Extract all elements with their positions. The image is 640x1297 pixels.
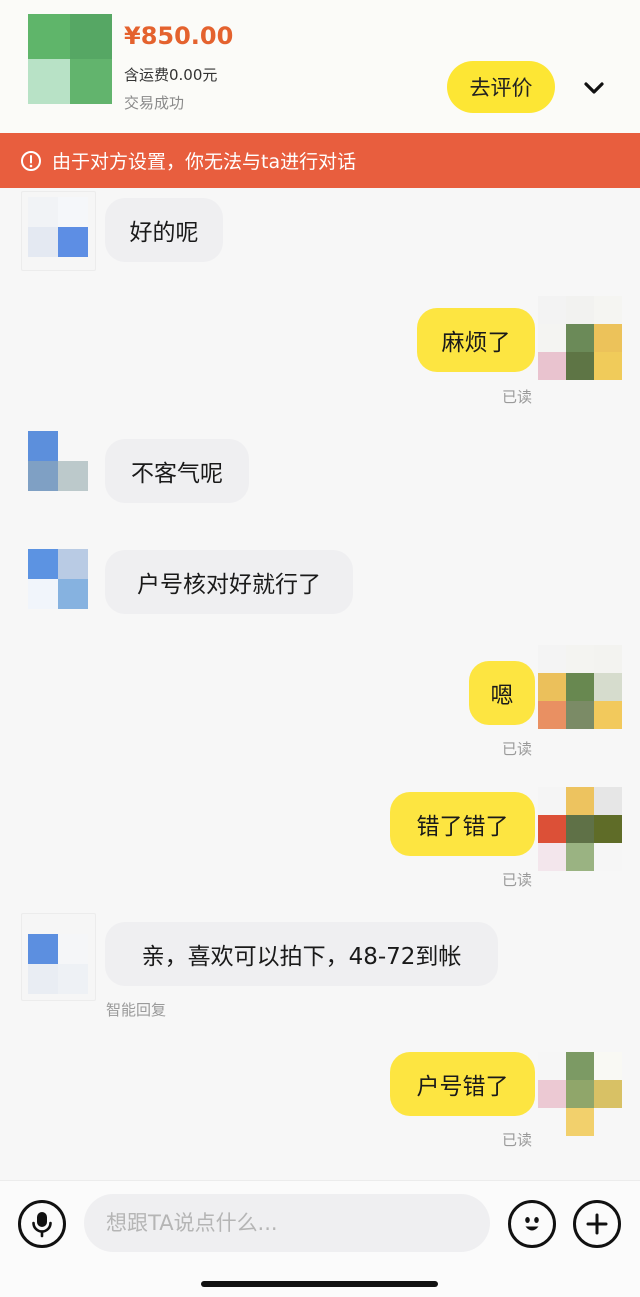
product-thumbnail[interactable]	[28, 14, 112, 104]
seller-avatar[interactable]	[28, 934, 88, 994]
message-bubble[interactable]: 亲，喜欢可以拍下，48-72到帐	[105, 922, 498, 986]
home-indicator[interactable]	[201, 1281, 438, 1287]
plus-button[interactable]	[573, 1200, 621, 1248]
message-bubble[interactable]: 错了错了	[390, 792, 535, 856]
seller-avatar[interactable]	[28, 549, 88, 609]
my-avatar[interactable]	[538, 296, 622, 380]
message-input[interactable]	[84, 1194, 490, 1252]
order-price: ¥850.00	[124, 22, 234, 50]
alert-circle-icon	[21, 150, 41, 171]
seller-avatar[interactable]	[28, 431, 88, 491]
my-avatar[interactable]	[538, 1052, 622, 1136]
composer-bar	[0, 1180, 640, 1297]
plus-icon	[586, 1213, 608, 1235]
message-bubble[interactable]: 嗯	[469, 661, 535, 725]
notice-text: 由于对方设置，你无法与ta进行对话	[52, 151, 357, 173]
trade-status: 交易成功	[124, 94, 185, 112]
read-receipt: 已读	[502, 1131, 533, 1149]
my-avatar[interactable]	[538, 645, 622, 729]
my-avatar[interactable]	[538, 787, 622, 871]
shipping-fee: 含运费0.00元	[124, 66, 218, 84]
message-bubble[interactable]: 麻烦了	[417, 308, 535, 372]
microphone-icon	[32, 1212, 52, 1238]
read-receipt: 已读	[502, 871, 533, 889]
message-bubble[interactable]: 不客气呢	[105, 439, 249, 503]
chevron-down-icon[interactable]	[580, 76, 608, 100]
message-bubble[interactable]: 户号核对好就行了	[105, 550, 353, 614]
seller-avatar[interactable]	[28, 197, 88, 257]
read-receipt: 已读	[502, 740, 533, 758]
review-button[interactable]: 去评价	[447, 61, 555, 113]
voice-button[interactable]	[18, 1200, 66, 1248]
order-header: ¥850.00 含运费0.00元 交易成功 去评价	[0, 0, 640, 133]
chat-blocked-notice: 由于对方设置，你无法与ta进行对话	[0, 133, 640, 188]
emoji-button[interactable]	[508, 1200, 556, 1248]
read-receipt: 已读	[502, 388, 533, 406]
emoji-icon	[525, 1217, 539, 1231]
smart-reply-label: 智能回复	[106, 1001, 167, 1019]
message-bubble[interactable]: 好的呢	[105, 198, 223, 262]
message-bubble[interactable]: 户号错了	[390, 1052, 535, 1116]
